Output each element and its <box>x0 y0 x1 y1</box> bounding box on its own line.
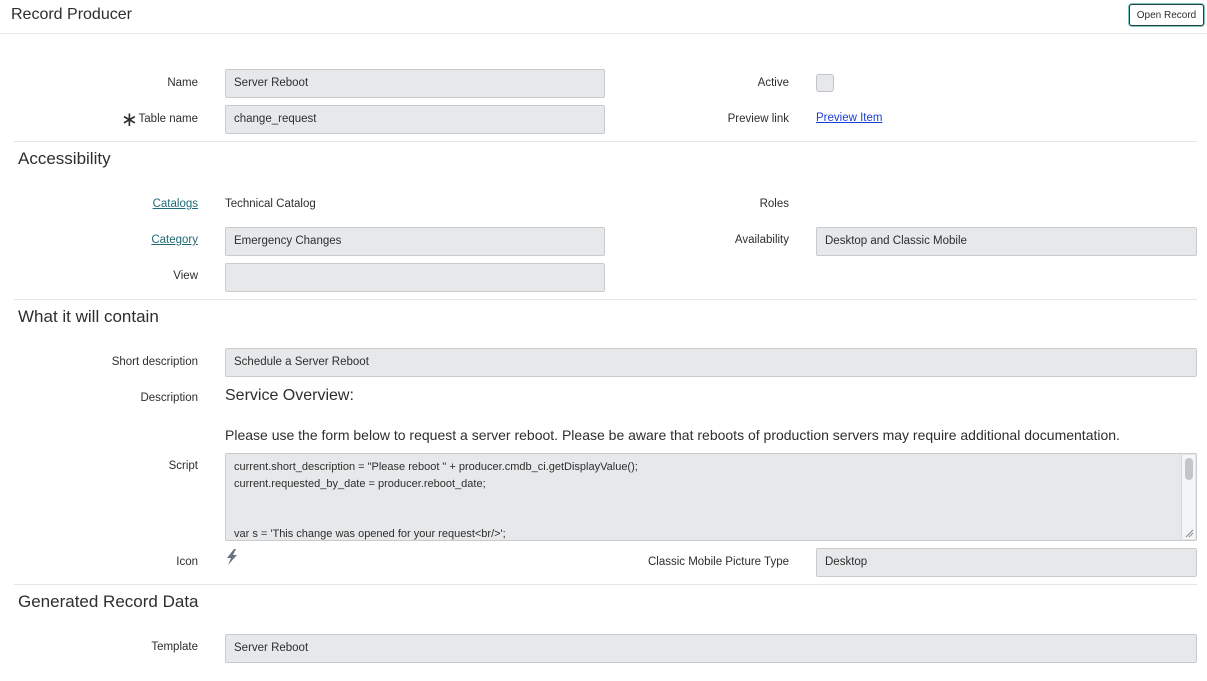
template-label: Template <box>151 641 198 653</box>
icon-label: Icon <box>176 556 198 568</box>
resize-handle-icon[interactable] <box>1185 529 1194 538</box>
script-scrollbar[interactable] <box>1181 455 1195 539</box>
preview-item-link[interactable]: Preview Item <box>816 112 882 124</box>
catalogs-link[interactable]: Catalogs <box>153 198 198 210</box>
open-record-button[interactable]: Open Record <box>1129 4 1204 26</box>
preview-link-label: Preview link <box>727 113 789 125</box>
template-field[interactable]: Server Reboot <box>225 634 1197 663</box>
section-divider <box>14 141 1197 142</box>
lightning-bolt-icon[interactable] <box>225 549 239 565</box>
script-editor[interactable]: current.short_description = "Please rebo… <box>225 453 1197 541</box>
contain-section-title: What it will contain <box>18 307 159 326</box>
description-heading: Service Overview: <box>225 387 354 404</box>
script-line: current.requested_by_date = producer.reb… <box>234 478 486 490</box>
section-divider <box>14 584 1197 585</box>
script-line: current.short_description = "Please rebo… <box>234 461 638 473</box>
script-scrollbar-thumb[interactable] <box>1185 458 1193 480</box>
short-description-field[interactable]: Schedule a Server Reboot <box>225 348 1197 377</box>
script-label: Script <box>168 460 198 472</box>
availability-field[interactable]: Desktop and Classic Mobile <box>816 227 1197 256</box>
category-field[interactable]: Emergency Changes <box>225 227 605 256</box>
active-checkbox[interactable] <box>816 74 834 92</box>
mandatory-asterisk-icon: ∗ <box>121 109 138 131</box>
active-label: Active <box>757 77 789 89</box>
view-field[interactable] <box>225 263 605 292</box>
name-label: Name <box>167 77 198 89</box>
generated-section-title: Generated Record Data <box>18 592 199 611</box>
picture-type-field[interactable]: Desktop <box>816 548 1197 577</box>
roles-label: Roles <box>759 198 789 210</box>
form-header: Record Producer Open Record <box>0 0 1207 34</box>
availability-label: Availability <box>734 234 789 246</box>
picture-type-label: Classic Mobile Picture Type <box>647 556 789 568</box>
short-description-label: Short description <box>111 356 198 368</box>
section-divider <box>14 299 1197 300</box>
table-name-label: Table name <box>138 113 198 125</box>
view-label: View <box>173 270 198 282</box>
name-field[interactable]: Server Reboot <box>225 69 605 98</box>
category-link[interactable]: Category <box>151 234 198 246</box>
description-label: Description <box>140 392 198 404</box>
script-line: var s = 'This change was opened for your… <box>234 528 506 540</box>
catalogs-value: Technical Catalog <box>225 198 316 210</box>
form-title: Record Producer <box>11 6 132 23</box>
accessibility-section-title: Accessibility <box>18 149 111 168</box>
description-body: Please use the form below to request a s… <box>225 427 1120 443</box>
table-name-field[interactable]: change_request <box>225 105 605 134</box>
